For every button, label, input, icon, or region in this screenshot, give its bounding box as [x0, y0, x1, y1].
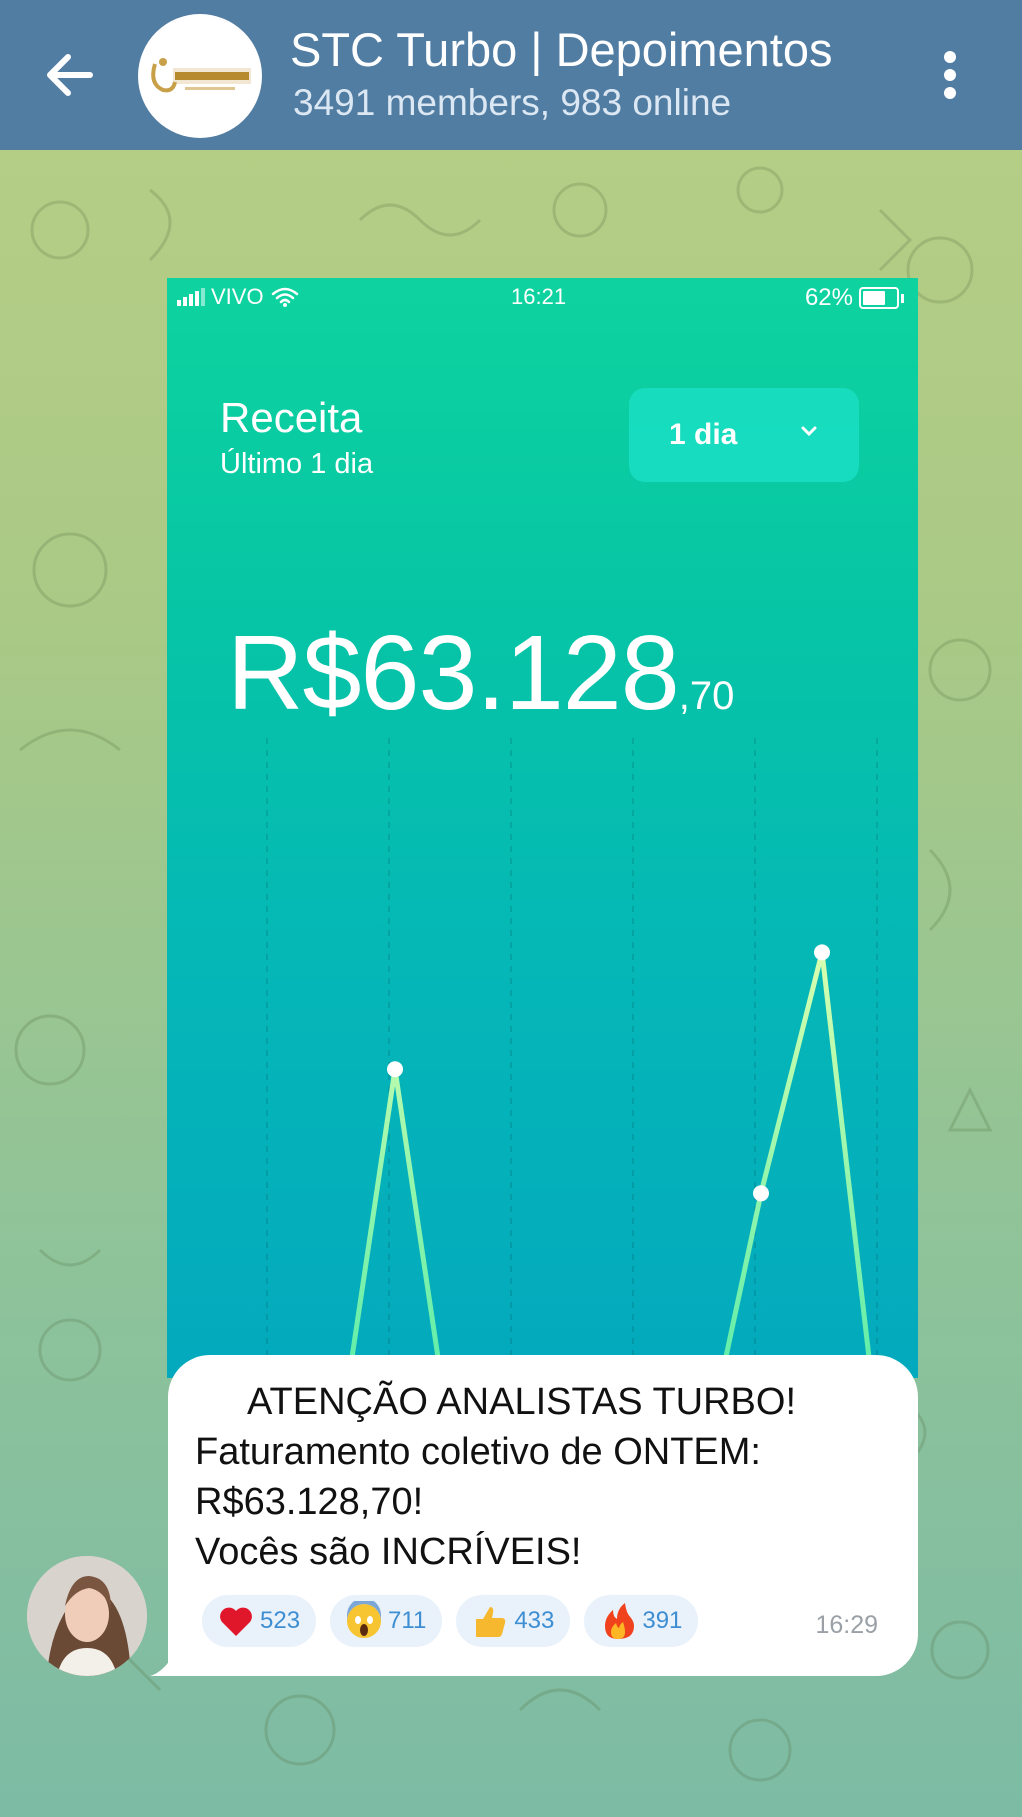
battery-info: 62% [805, 284, 904, 312]
battery-icon [859, 287, 899, 309]
reaction-bar: 523 711 433 391 [202, 1595, 699, 1647]
more-menu-button[interactable] [935, 45, 965, 105]
reaction-count: 391 [642, 1607, 683, 1634]
fire-icon [605, 1603, 635, 1639]
reaction-heart[interactable]: 523 [202, 1595, 317, 1647]
revenue-amount-cents: ,70 [678, 674, 735, 718]
carrier-name: VIVO [211, 284, 264, 309]
reaction-fire[interactable]: 391 [584, 1595, 699, 1647]
back-button[interactable] [40, 45, 110, 105]
revenue-amount-main: R$63.128 [227, 614, 680, 732]
reaction-count: 433 [514, 1607, 555, 1634]
chart-point [814, 944, 830, 961]
channel-title[interactable]: STC Turbo | Depoimentos [290, 22, 833, 77]
revenue-title: Receita [220, 394, 363, 441]
message-photo[interactable]: VIVO 16:21 62% Receita Último 1 dia 1 di… [167, 278, 918, 1378]
sender-avatar[interactable] [27, 1556, 147, 1676]
message-line: R$63.128,70! [195, 1481, 424, 1523]
revenue-chart [266, 738, 878, 1378]
wifi-icon [271, 287, 298, 307]
message-line: Vocês são INCRÍVEIS! [195, 1531, 582, 1573]
reaction-count: 523 [260, 1607, 301, 1634]
battery-percent: 62% [804, 284, 853, 311]
chat-header: STC Turbo | Depoimentos 3491 members, 98… [0, 0, 1022, 150]
chart-point [387, 1061, 403, 1078]
revenue-subtitle: Último 1 dia [220, 448, 374, 480]
message-bubble[interactable]: ATENÇÃO ANALISTAS TURBO! Faturamento col… [168, 1355, 918, 1676]
channel-member-count: 3491 members, 983 online [293, 82, 732, 123]
chart-series-line [346, 949, 874, 1378]
message-line: Faturamento coletivo de ONTEM: [195, 1431, 761, 1473]
reaction-thumbs-up[interactable]: 433 [456, 1595, 571, 1647]
arrow-left-icon [47, 54, 93, 96]
reaction-scream[interactable]: 711 [330, 1595, 443, 1647]
phone-status-bar: VIVO 16:21 62% [167, 278, 918, 318]
super-tiktok-logo-icon [151, 58, 251, 93]
message-time: 16:29 [815, 1611, 878, 1639]
reaction-count: 711 [388, 1607, 427, 1634]
channel-avatar[interactable] [138, 14, 262, 138]
person-photo-icon [27, 1556, 147, 1676]
scream-face-icon [347, 1601, 382, 1638]
chevron-down-icon [801, 426, 817, 437]
thumbs-up-icon [476, 1607, 506, 1637]
signal-bars-icon [177, 288, 205, 306]
revenue-amount: R$63.128,70 [227, 613, 734, 734]
heart-icon [220, 1607, 252, 1636]
more-vertical-icon [944, 51, 956, 99]
chart-point [753, 1185, 769, 1202]
status-time: 16:21 [511, 284, 567, 309]
period-value: 1 dia [669, 418, 738, 451]
period-dropdown[interactable]: 1 dia [629, 388, 859, 482]
carrier-info: VIVO [177, 284, 300, 310]
message-line-heading: ATENÇÃO ANALISTAS TURBO! [247, 1381, 797, 1423]
